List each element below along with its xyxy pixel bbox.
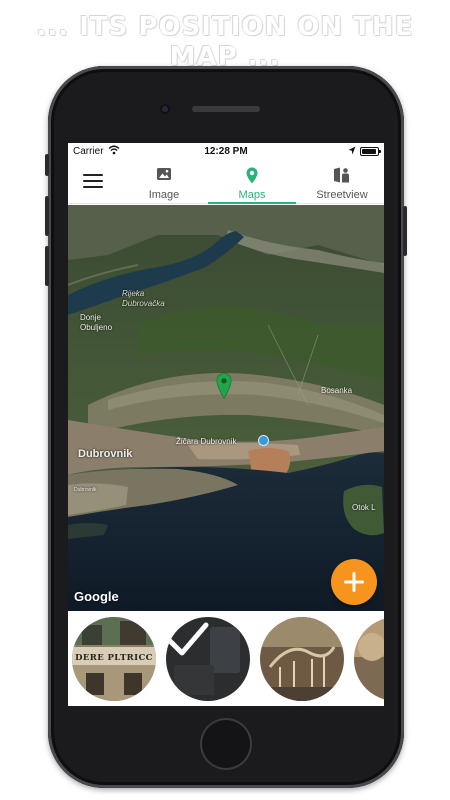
map-label-small-district: Dubrovnik: [74, 487, 97, 493]
tab-maps[interactable]: Maps: [208, 161, 296, 204]
map-label-otok: Otok L: [352, 503, 376, 512]
earpiece-speaker: [192, 106, 260, 112]
map-label-rijeka: Rijeka Dubrovačka: [122, 289, 165, 308]
top-navigation: Image Maps Streetview: [68, 161, 384, 204]
thumbnail-building-sign: DERE PLTRICC: [75, 653, 153, 663]
status-bar: Carrier 12:28 PM: [68, 143, 384, 161]
tab-image-label: Image: [148, 189, 180, 201]
map-label-dubrovnik: Dubrovnik: [78, 448, 133, 460]
plus-icon: [344, 572, 364, 592]
image-icon: [156, 167, 172, 186]
power-button: [403, 206, 407, 256]
tab-streetview[interactable]: Streetview: [300, 161, 384, 204]
photo-thumbnail-strip[interactable]: DERE PLTRICC: [68, 611, 384, 706]
thumbnail-dinosaur-museum[interactable]: [260, 617, 344, 701]
hamburger-menu-icon[interactable]: [83, 173, 103, 189]
phone-frame: Carrier 12:28 PM Image Maps Streetview R…: [45, 66, 407, 788]
thumbnail-partial[interactable]: [354, 617, 384, 701]
battery-icon: [360, 147, 381, 156]
volume-up-button: [45, 196, 49, 236]
cable-car-icon[interactable]: [258, 435, 269, 446]
google-attribution: Google: [74, 589, 119, 604]
map-label-donje-obuljeno: Donje Obuljeno: [80, 313, 113, 332]
map-pin-icon: [246, 167, 258, 189]
status-time: 12:28 PM: [204, 146, 248, 157]
home-button[interactable]: [200, 718, 252, 770]
add-photo-button[interactable]: [331, 559, 377, 605]
volume-down-button: [45, 246, 49, 286]
app-screen: Carrier 12:28 PM Image Maps Streetview R…: [68, 143, 384, 706]
checkmark-icon: [167, 622, 209, 656]
location-arrow-icon: [348, 146, 356, 158]
map-label-bosanka: Bosanka: [321, 386, 353, 395]
tab-maps-label: Maps: [238, 189, 266, 201]
map-marker-icon[interactable]: [216, 373, 232, 404]
thumbnail-building[interactable]: DERE PLTRICC: [72, 617, 156, 701]
satellite-map[interactable]: Rijeka Dubrovačka Donje Obuljeno Bosanka…: [68, 205, 384, 611]
satellite-imagery: [68, 205, 384, 611]
tab-image[interactable]: Image: [124, 161, 204, 204]
streetview-icon: [333, 167, 351, 188]
tab-streetview-label: Streetview: [316, 189, 368, 201]
mute-switch: [45, 154, 49, 176]
thumbnail-selected[interactable]: [166, 617, 250, 701]
headline: ... ITS POSITION ON THE MAP ...: [36, 12, 414, 72]
map-label-zicara: Žičara Dubrovnik: [176, 437, 237, 446]
front-camera: [160, 104, 170, 114]
